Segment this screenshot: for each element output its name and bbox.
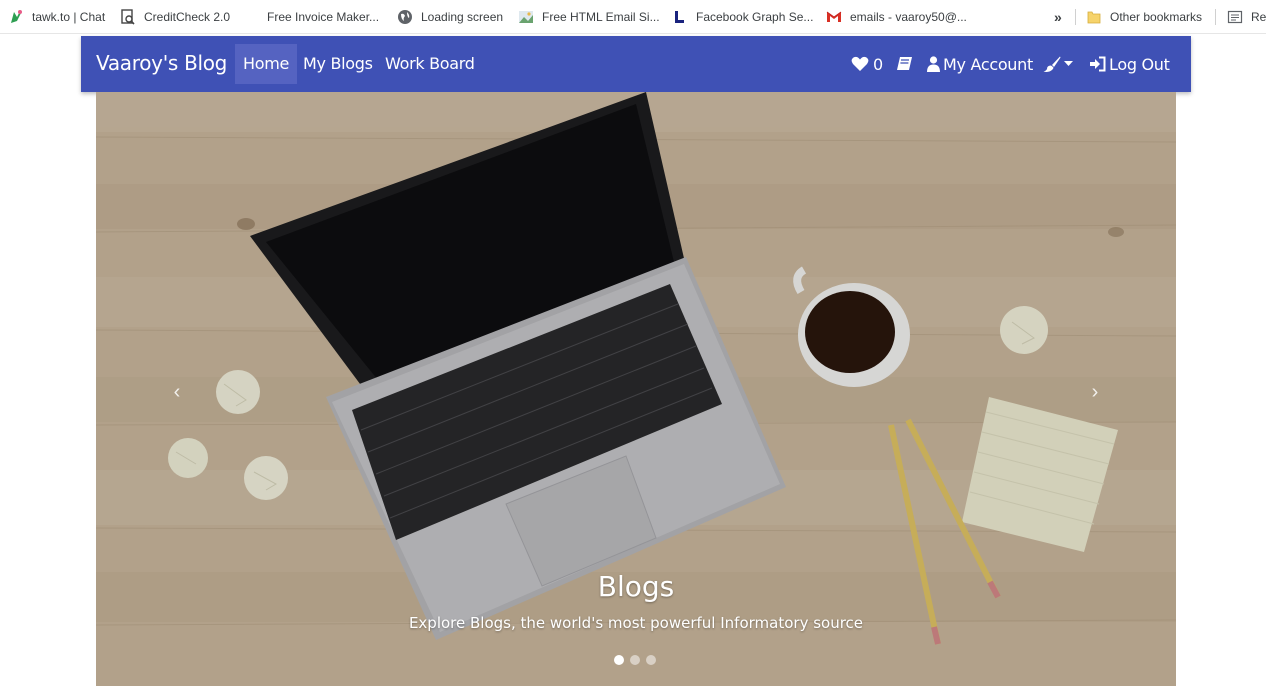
my-account-link[interactable]: My Account <box>927 44 1033 84</box>
heart-icon <box>851 56 869 72</box>
likes-button[interactable]: 0 <box>851 44 883 84</box>
bookmarks-bar: tawk.to | Chat CreditCheck 2.0 Free Invo… <box>0 0 1266 34</box>
invoice-icon <box>243 9 259 25</box>
book-icon <box>896 56 913 72</box>
tawk-icon <box>8 9 24 25</box>
bookmark-gmail[interactable]: emails - vaaroy50@... <box>826 0 967 34</box>
bookmarks-divider <box>1075 9 1076 25</box>
bookmarks-divider <box>1215 9 1216 25</box>
carousel-caption-text: Explore Blogs, the world's most powerful… <box>408 614 864 632</box>
carousel-indicator[interactable] <box>614 655 624 665</box>
carousel-prev-button[interactable]: ‹ <box>162 372 192 412</box>
sign-out-icon <box>1090 56 1106 72</box>
carousel-caption-title: Blogs <box>597 570 675 603</box>
carousel-next-button[interactable]: › <box>1080 372 1110 412</box>
nav-work-board[interactable]: Work Board <box>377 44 483 84</box>
hero-carousel: ‹ › Blogs Explore Blogs, the world's mos… <box>96 92 1176 686</box>
facebook-graph-icon <box>672 9 688 25</box>
bookmark-tawk[interactable]: tawk.to | Chat <box>8 0 105 34</box>
theme-dropdown[interactable] <box>1043 44 1073 84</box>
bookmark-loading-screen[interactable]: Loading screen <box>397 0 503 34</box>
user-icon <box>927 56 940 72</box>
brand-logo[interactable]: Vaaroy's Blog <box>96 51 227 75</box>
more-bookmarks-button[interactable]: » <box>1054 0 1062 34</box>
reading-list-button[interactable]: Rea <box>1227 0 1266 34</box>
reading-list-icon <box>1227 9 1243 25</box>
bookmark-html-email[interactable]: Free HTML Email Si... <box>518 0 660 34</box>
bookmark-facebook-graph[interactable]: Facebook Graph Se... <box>672 0 813 34</box>
email-signature-icon <box>518 9 534 25</box>
reading-button[interactable] <box>896 44 913 84</box>
nav-my-blogs[interactable]: My Blogs <box>295 44 381 84</box>
bookmark-invoice[interactable]: Free Invoice Maker... <box>243 0 379 34</box>
carousel-indicator[interactable] <box>646 655 656 665</box>
likes-count: 0 <box>873 54 883 74</box>
caret-down-icon <box>1064 61 1073 67</box>
gmail-icon <box>826 9 842 25</box>
folder-icon <box>1086 9 1102 25</box>
bookmark-creditcheck[interactable]: CreditCheck 2.0 <box>120 0 230 34</box>
carousel-indicators <box>614 655 656 665</box>
paint-brush-icon <box>1043 56 1061 72</box>
logout-link[interactable]: Log Out <box>1090 44 1170 84</box>
globe-icon <box>397 9 413 25</box>
other-bookmarks-folder[interactable]: Other bookmarks <box>1086 0 1202 34</box>
magnifier-doc-icon <box>120 9 136 25</box>
nav-home[interactable]: Home <box>235 44 298 84</box>
main-navbar: Vaaroy's Blog Home My Blogs Work Board 0… <box>81 36 1191 92</box>
carousel-indicator[interactable] <box>630 655 640 665</box>
